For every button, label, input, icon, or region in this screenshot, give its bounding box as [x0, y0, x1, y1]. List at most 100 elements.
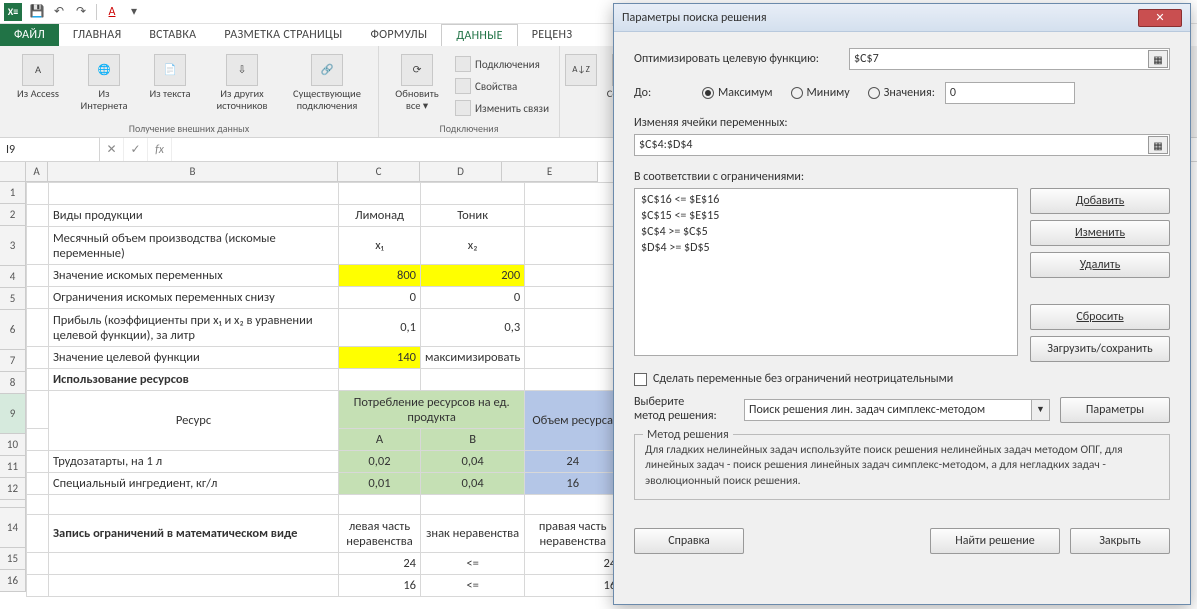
row-header[interactable] [0, 500, 26, 508]
row-header[interactable]: 14 [0, 508, 26, 548]
sheet-table[interactable]: Виды продукцииЛимонадТоник Месячный объе… [26, 182, 621, 597]
cell: 16 [525, 473, 621, 495]
row-header[interactable]: 11 [0, 456, 26, 478]
divider [96, 4, 97, 20]
cell: 0,3 [421, 309, 525, 347]
method-select[interactable]: Поиск решения лин. задач симплекс-методо… [744, 399, 1050, 421]
redo-icon[interactable]: ↷ [70, 2, 92, 22]
nonneg-label: Сделать переменные без ограничений неотр… [653, 372, 953, 386]
row-header[interactable]: 7 [0, 350, 26, 372]
variables-input[interactable]: $C$4:$D$4▦ [634, 134, 1170, 156]
name-box[interactable]: I9 [0, 138, 100, 161]
cell: 0,01 [339, 473, 421, 495]
row-header[interactable]: 16 [0, 570, 26, 592]
fx-icon[interactable]: fx [148, 138, 172, 161]
row-header[interactable]: 8 [0, 372, 26, 394]
col-header-b[interactable]: B [48, 162, 338, 182]
row-header[interactable]: 2 [0, 204, 26, 226]
cell: правая часть неравенства [525, 515, 621, 553]
row-header[interactable]: 4 [0, 266, 26, 288]
from-text-button[interactable]: 📄Из текста [138, 50, 202, 115]
change-constraint-button[interactable]: Изменить [1030, 220, 1170, 246]
cell: 0 [421, 287, 525, 309]
col-header-a[interactable]: A [26, 162, 48, 182]
tab-data[interactable]: ДАННЫЕ [441, 24, 517, 46]
col-header-d[interactable]: D [420, 162, 502, 182]
constraint-item[interactable]: $C$4 >= $C$5 [641, 225, 1011, 239]
undo-icon[interactable]: ↶ [48, 2, 70, 22]
cell: 16 [525, 575, 621, 597]
cell: знак неравенства [421, 515, 525, 553]
other-sources-icon: ⇩ [226, 54, 258, 86]
range-picker-icon[interactable]: ▦ [1148, 50, 1168, 68]
existing-connections-button[interactable]: 🔗Существующие подключения [282, 50, 372, 115]
tab-insert[interactable]: ВСТАВКА [135, 24, 210, 46]
row-header[interactable]: 3 [0, 226, 26, 266]
range-picker-icon[interactable]: ▦ [1148, 136, 1168, 154]
radio-min[interactable]: Миниму [791, 86, 850, 100]
reset-button[interactable]: Сбросить [1030, 304, 1170, 330]
tab-formulas[interactable]: ФОРМУЛЫ [356, 24, 441, 46]
access-icon: A [22, 54, 54, 86]
col-header-e[interactable]: E [502, 162, 598, 182]
from-other-button[interactable]: ⇩Из других источников [204, 50, 280, 115]
refresh-icon: ⟳ [401, 54, 433, 86]
row-header[interactable]: 10 [0, 434, 26, 456]
ribbon-group-label: Получение внешних данных [6, 122, 372, 137]
accept-formula-icon[interactable]: ✓ [124, 138, 148, 161]
refresh-all-button[interactable]: ⟳Обновить все ▾ [385, 50, 449, 118]
help-button[interactable]: Справка [634, 528, 744, 554]
dialog-title-bar[interactable]: Параметры поиска решения ✕ [614, 4, 1190, 32]
tab-page-layout[interactable]: РАЗМЕТКА СТРАНИЦЫ [210, 24, 356, 46]
nonneg-checkbox[interactable] [634, 373, 647, 386]
connections-button[interactable]: Подключения [451, 54, 553, 74]
close-button[interactable]: ✕ [1138, 9, 1182, 27]
edit-links-button[interactable]: Изменить связи [451, 98, 553, 118]
cell: 0,04 [421, 473, 525, 495]
row-header[interactable]: 15 [0, 548, 26, 570]
value-of-input[interactable]: 0 [945, 82, 1075, 104]
properties-button[interactable]: Свойства [451, 76, 553, 96]
cell: A [339, 429, 421, 451]
radio-icon [868, 87, 880, 99]
save-icon[interactable]: 💾 [26, 2, 48, 22]
radio-icon [702, 87, 714, 99]
col-header-c[interactable]: C [338, 162, 420, 182]
to-label: До: [634, 86, 682, 100]
tab-review[interactable]: РЕЦЕНЗ [518, 24, 587, 46]
row-header[interactable]: 5 [0, 288, 26, 310]
constraints-list[interactable]: $C$16 <= $E$16 $C$15 <= $E$15 $C$4 >= $C… [634, 188, 1018, 356]
cell: 16 [339, 575, 421, 597]
close-dialog-button[interactable]: Закрыть [1070, 528, 1170, 554]
select-all-corner[interactable] [0, 162, 26, 182]
delete-constraint-button[interactable]: Удалить [1030, 252, 1170, 278]
cancel-formula-icon[interactable]: ✕ [100, 138, 124, 161]
from-web-button[interactable]: 🌐Из Интернета [72, 50, 136, 115]
params-button[interactable]: Параметры [1060, 397, 1170, 423]
font-color-icon[interactable]: A [101, 2, 123, 22]
row-header[interactable]: 9 [0, 394, 26, 434]
constraint-item[interactable]: $C$15 <= $E$15 [641, 209, 1011, 223]
from-access-button[interactable]: AИз Access [6, 50, 70, 115]
qat-more-icon[interactable]: ▾ [123, 2, 145, 22]
objective-input[interactable]: $C$7▦ [849, 48, 1170, 70]
row-header[interactable]: 6 [0, 310, 26, 350]
add-constraint-button[interactable]: Добавить [1030, 188, 1170, 214]
row-header[interactable]: 1 [0, 182, 26, 204]
radio-value[interactable]: Значения: [868, 86, 935, 100]
sort-az-button[interactable]: A↓Z [566, 50, 596, 104]
properties-icon [455, 78, 471, 94]
tab-home[interactable]: ГЛАВНАЯ [59, 24, 135, 46]
constraint-item[interactable]: $D$4 >= $D$5 [641, 241, 1011, 255]
text-icon: 📄 [154, 54, 186, 86]
load-save-button[interactable]: Загрузить/сохранить [1030, 336, 1170, 362]
cell: Лимонад [339, 205, 421, 227]
cell: максимизировать [421, 347, 525, 369]
tab-file[interactable]: ФАЙЛ [0, 24, 59, 46]
method-label: Выберитеметод решения: [634, 396, 734, 424]
cell: 0,1 [339, 309, 421, 347]
constraints-label: В соответствии с ограничениями: [634, 170, 1170, 184]
constraint-item[interactable]: $C$16 <= $E$16 [641, 193, 1011, 207]
radio-max[interactable]: Максимум [702, 86, 773, 100]
solve-button[interactable]: Найти решение [930, 528, 1060, 554]
